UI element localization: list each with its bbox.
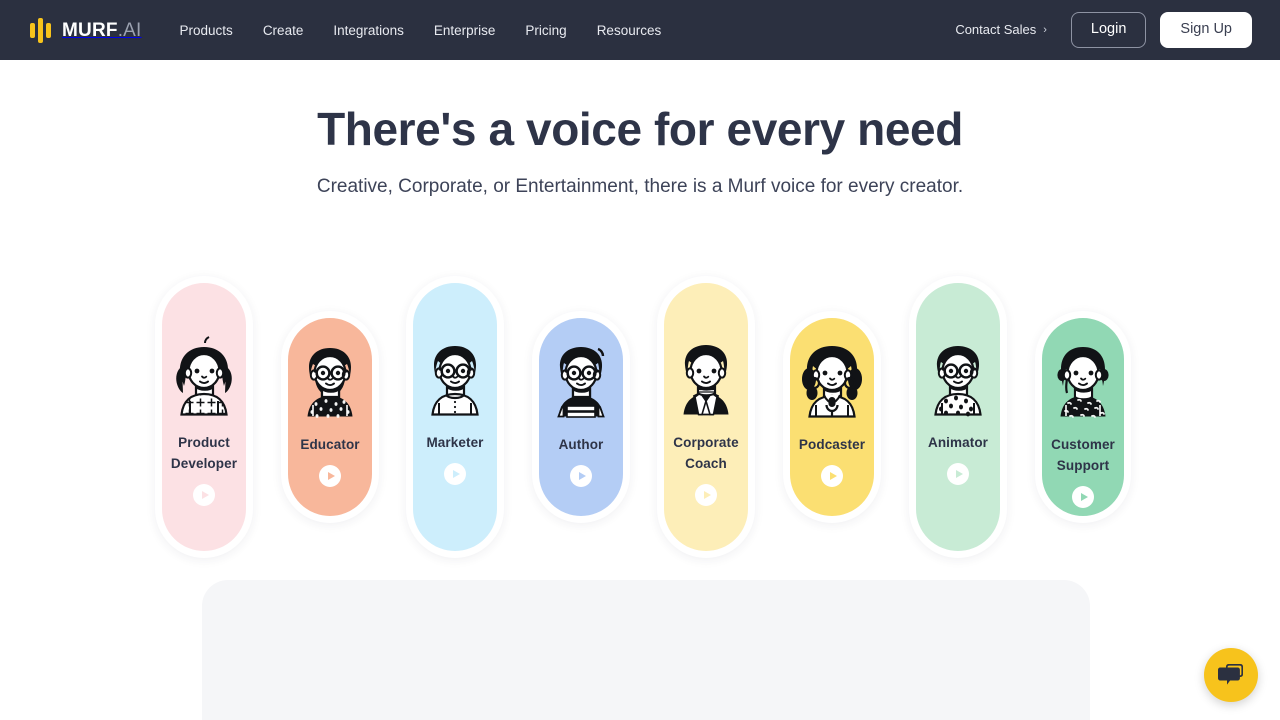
play-button-icon[interactable]	[695, 483, 717, 506]
logo-text: MURF.AI	[62, 21, 142, 40]
man-glasses-black-tee-book-avatar	[539, 333, 623, 429]
play-triangle-icon	[1080, 492, 1088, 501]
play-button-icon[interactable]	[193, 483, 215, 506]
voice-persona-label: Product Developer	[170, 435, 238, 471]
nav-item-enterprise[interactable]: Enterprise	[434, 23, 496, 38]
chat-bubbles-icon	[1218, 664, 1243, 685]
play-triangle-icon	[829, 471, 837, 480]
play-triangle-icon	[201, 490, 209, 499]
contact-sales-link[interactable]: Contact Sales ›	[955, 22, 1047, 37]
play-button-icon[interactable]	[947, 462, 969, 485]
play-triangle-icon	[955, 469, 963, 478]
nav-item-products[interactable]: Products	[180, 23, 233, 38]
login-button[interactable]: Login	[1070, 12, 1147, 48]
logo-brand: MURF	[62, 19, 118, 41]
page-title: There's a voice for every need	[317, 103, 963, 155]
play-button-icon[interactable]	[821, 464, 843, 487]
nav-item-pricing[interactable]: Pricing	[525, 23, 566, 38]
play-triangle-icon	[578, 471, 586, 480]
voice-persona-card[interactable]: Author	[532, 311, 630, 523]
play-button-icon[interactable]	[1072, 485, 1094, 508]
hero-section: There's a voice for every need Creative,…	[0, 60, 1280, 198]
man-glasses-white-shirt-avatar	[413, 331, 497, 427]
voice-persona-card[interactable]: Educator	[281, 311, 379, 523]
voice-persona-card[interactable]: Animator	[909, 276, 1007, 558]
man-black-blazer-avatar	[664, 331, 748, 427]
voice-persona-card[interactable]: Marketer	[406, 276, 504, 558]
page-subtitle: Creative, Corporate, or Entertainment, t…	[316, 176, 964, 197]
voice-persona-label: Corporate Coach	[673, 435, 739, 471]
man-glasses-dotted-shirt-avatar	[916, 331, 1000, 427]
voice-persona-label: Customer Support	[1051, 437, 1115, 473]
chat-widget-button[interactable]	[1204, 648, 1258, 702]
voice-persona-label: Author	[558, 437, 604, 452]
voice-persona-card[interactable]: Customer Support	[1035, 311, 1131, 523]
top-navigation-bar: MURF.AI Products Create Integrations Ent…	[0, 0, 1280, 60]
primary-nav-links: Products Create Integrations Enterprise …	[180, 23, 662, 38]
chevron-right-icon: ›	[1043, 23, 1047, 36]
voice-persona-label: Animator	[927, 435, 989, 450]
play-triangle-icon	[452, 469, 460, 478]
voice-persona-card[interactable]: Corporate Coach	[657, 276, 755, 558]
nav-right-actions: Contact Sales › Login Sign Up	[955, 12, 1252, 48]
woman-curly-hair-patterned-top-avatar	[162, 331, 246, 427]
murf-logo-bars-icon	[30, 17, 51, 43]
woman-headset-patterned-top-avatar	[1041, 333, 1125, 429]
murf-logo[interactable]: MURF.AI	[30, 17, 142, 43]
play-button-icon[interactable]	[570, 464, 592, 487]
play-triangle-icon	[327, 471, 335, 480]
play-button-icon[interactable]	[444, 462, 466, 485]
voice-persona-label: Marketer	[426, 435, 484, 450]
logo-suffix: .AI	[117, 19, 142, 41]
contact-sales-label: Contact Sales	[955, 22, 1037, 38]
man-beard-glasses-dark-sweater-avatar	[288, 333, 372, 429]
voice-persona-card[interactable]: Product Developer	[155, 276, 253, 558]
play-button-icon[interactable]	[319, 464, 341, 487]
voice-persona-stage: Product Developer Educator Marketer Auth…	[0, 254, 1280, 720]
signup-button[interactable]: Sign Up	[1160, 12, 1252, 48]
nav-item-create[interactable]: Create	[263, 23, 304, 38]
voice-persona-label: Podcaster	[798, 437, 866, 452]
voice-persona-card-list: Product Developer Educator Marketer Auth…	[0, 254, 1280, 646]
voice-persona-label: Educator	[300, 437, 360, 452]
nav-item-resources[interactable]: Resources	[597, 23, 662, 38]
nav-item-integrations[interactable]: Integrations	[333, 23, 404, 38]
woman-curly-hair-microphone-avatar	[790, 333, 874, 429]
voice-persona-card[interactable]: Podcaster	[783, 311, 881, 523]
play-triangle-icon	[703, 490, 711, 499]
